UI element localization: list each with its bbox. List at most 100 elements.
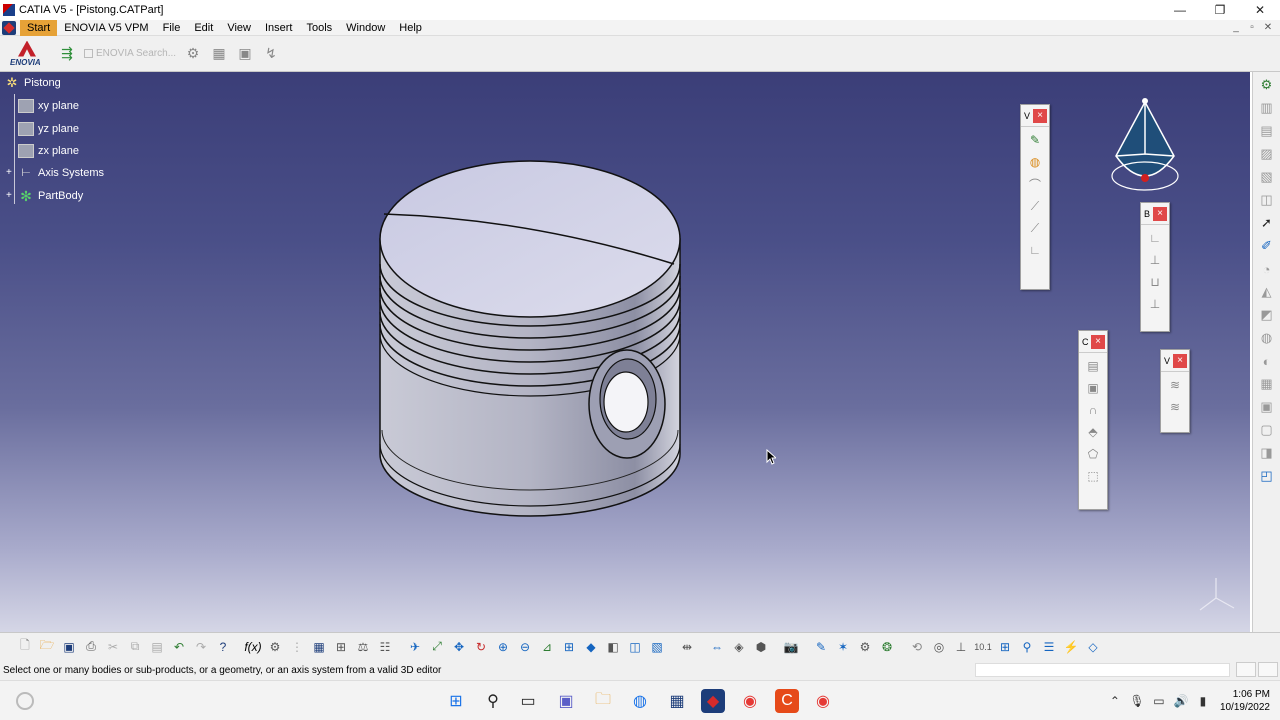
sketch-tool-icon[interactable]: ⌒ [1025, 175, 1045, 193]
fly-mode-icon[interactable]: ✈ [405, 637, 425, 657]
menu-enovia[interactable]: ENOVIA V5 VPM [57, 20, 155, 36]
cut-icon[interactable]: ✂ [103, 637, 123, 657]
redo-icon[interactable]: ↷ [191, 637, 211, 657]
layers-icon[interactable]: ☰ [1039, 637, 1059, 657]
union-icon[interactable]: ⊔ [1145, 273, 1165, 291]
doc-close-button[interactable]: ✕ [1260, 20, 1276, 36]
expand-icon[interactable]: + [6, 191, 15, 201]
constraint-defined-icon[interactable]: ▣ [1083, 379, 1103, 397]
apply-material-bottom-icon[interactable]: ⬢ [751, 637, 771, 657]
enovia-connect-icon[interactable]: ⇶ [56, 43, 78, 65]
status-button-1[interactable] [1236, 662, 1256, 677]
measure-inertia-icon[interactable]: ◈ [729, 637, 749, 657]
new-file-icon[interactable]: 🗋 [15, 637, 35, 657]
chrome-2-icon[interactable]: ◉ [811, 689, 835, 713]
select-icon[interactable]: ➚ [1257, 213, 1277, 233]
undo-icon[interactable]: ↶ [169, 637, 189, 657]
parameters-icon[interactable]: ☷ [375, 637, 395, 657]
workbench-switch-icon[interactable]: ⚙ [1257, 75, 1277, 95]
mirror-icon[interactable]: ⬘ [1083, 423, 1103, 441]
doc-minimize-button[interactable]: _ [1228, 20, 1244, 36]
insert-body-icon[interactable]: ∟ [1145, 229, 1165, 247]
pan-icon[interactable]: ✥ [449, 637, 469, 657]
thread-icon[interactable]: ◍ [1257, 328, 1277, 348]
material-library-icon[interactable]: ❂ [877, 637, 897, 657]
axis-system-tool-icon[interactable]: ⊥ [951, 637, 971, 657]
compass-icon[interactable] [1108, 96, 1182, 196]
menu-help[interactable]: Help [392, 20, 429, 36]
whats-this-icon[interactable]: ? [213, 637, 233, 657]
enovia-tool-4-icon[interactable]: ↯ [260, 43, 282, 65]
microphone-icon[interactable]: 🎙 [1126, 694, 1148, 708]
thickness-tool-icon[interactable]: ∟ [1025, 241, 1045, 259]
remove-icon[interactable]: ⊥ [1145, 295, 1165, 313]
file-explorer-icon[interactable]: 🗀 [591, 689, 615, 713]
enovia-tool-2-icon[interactable]: ▦ [208, 43, 230, 65]
minimize-button[interactable]: — [1160, 0, 1200, 20]
update-icon[interactable]: ⟲ [907, 637, 927, 657]
print-icon[interactable]: ⎙ [81, 637, 101, 657]
plane-tool-icon[interactable]: ◇ [1083, 637, 1103, 657]
palette-header[interactable]: V × [1161, 350, 1189, 372]
menu-tools[interactable]: Tools [299, 20, 339, 36]
battery-icon[interactable]: ▮ [1192, 694, 1214, 708]
compass-tool-icon[interactable]: ◎ [929, 637, 949, 657]
shaft-icon[interactable]: ▨ [1257, 144, 1277, 164]
palette-close-button[interactable]: × [1153, 206, 1167, 221]
doc-restore-button[interactable]: ▫ [1244, 20, 1260, 36]
status-button-2[interactable] [1258, 662, 1278, 677]
hole-icon[interactable]: ◫ [1257, 190, 1277, 210]
capture-icon[interactable]: 📷 [781, 637, 801, 657]
palette-header[interactable]: V × [1021, 105, 1049, 127]
surface-tool-icon[interactable]: ≋ [1165, 376, 1185, 394]
palette-close-button[interactable]: × [1091, 334, 1105, 349]
enovia-search-field[interactable]: ENOVIA Search... [84, 48, 176, 59]
measure-item-icon[interactable]: ⇔ [707, 637, 727, 657]
tools-icon[interactable]: ⋮ [287, 637, 307, 657]
iso-view-icon[interactable]: ◆ [581, 637, 601, 657]
draft-icon[interactable]: ◩ [1257, 305, 1277, 325]
chamfer-icon[interactable]: ◭ [1257, 282, 1277, 302]
windows-start-icon[interactable]: ⊞ [444, 689, 468, 713]
design-table-icon[interactable]: ⊞ [331, 637, 351, 657]
measure-icon[interactable]: ✎ [1025, 131, 1045, 149]
normal-view-icon[interactable]: ⊿ [537, 637, 557, 657]
fit-all-icon[interactable]: ⤢ [427, 637, 447, 657]
zoom-in-icon[interactable]: ⊕ [493, 637, 513, 657]
hide-show-icon[interactable]: ◫ [625, 637, 645, 657]
tree-root[interactable]: ✲ Pistong [4, 76, 61, 90]
pocket-icon[interactable]: ▤ [1257, 121, 1277, 141]
tray-overflow-icon[interactable]: ⌃ [1104, 694, 1126, 708]
grid-icon[interactable]: ⊞ [995, 637, 1015, 657]
filter-icon[interactable]: ⚡ [1061, 637, 1081, 657]
formula-icon[interactable]: f(x) [243, 637, 263, 657]
catalog-icon[interactable]: ▦ [309, 637, 329, 657]
catia-taskbar-icon[interactable]: ◆ [701, 689, 725, 713]
zoom-out-icon[interactable]: ⊖ [515, 637, 535, 657]
3d-viewport[interactable]: ✲ Pistong xy plane yz plane zx plane + ⊢… [0, 72, 1250, 632]
palette-close-button[interactable]: × [1173, 353, 1187, 368]
sketch-bottom-icon[interactable]: ✎ [811, 637, 831, 657]
shading-icon[interactable]: ◧ [603, 637, 623, 657]
view-box-icon[interactable]: ◰ [1257, 466, 1277, 486]
sew-surface-icon[interactable]: ▢ [1257, 420, 1277, 440]
tree-item-zx-plane[interactable]: zx plane [18, 144, 79, 158]
copy-icon[interactable]: ⧉ [125, 637, 145, 657]
palette-header[interactable]: C × [1079, 331, 1107, 353]
store-icon[interactable]: ▦ [665, 689, 689, 713]
enovia-tool-1-icon[interactable]: ⚙ [182, 43, 204, 65]
thick-surface-icon[interactable]: ▦ [1257, 374, 1277, 394]
chrome-icon[interactable]: ◉ [738, 689, 762, 713]
tree-item-partbody[interactable]: + ✻ PartBody [4, 189, 83, 203]
apply-material-icon[interactable]: ◍ [1025, 153, 1045, 171]
chat-icon[interactable]: ▣ [554, 689, 578, 713]
save-icon[interactable]: ▣ [59, 637, 79, 657]
draft-tool-icon[interactable]: ⟋ [1025, 197, 1045, 215]
translate-icon[interactable]: ⬠ [1083, 445, 1103, 463]
search-icon[interactable]: ⚲ [481, 689, 505, 713]
pad-icon[interactable]: ▥ [1257, 98, 1277, 118]
tree-item-xy-plane[interactable]: xy plane [18, 99, 79, 113]
network-icon[interactable]: ▭ [1148, 694, 1170, 708]
cortana-icon[interactable] [16, 692, 34, 710]
sketcher-icon[interactable]: ✐ [1257, 236, 1277, 256]
